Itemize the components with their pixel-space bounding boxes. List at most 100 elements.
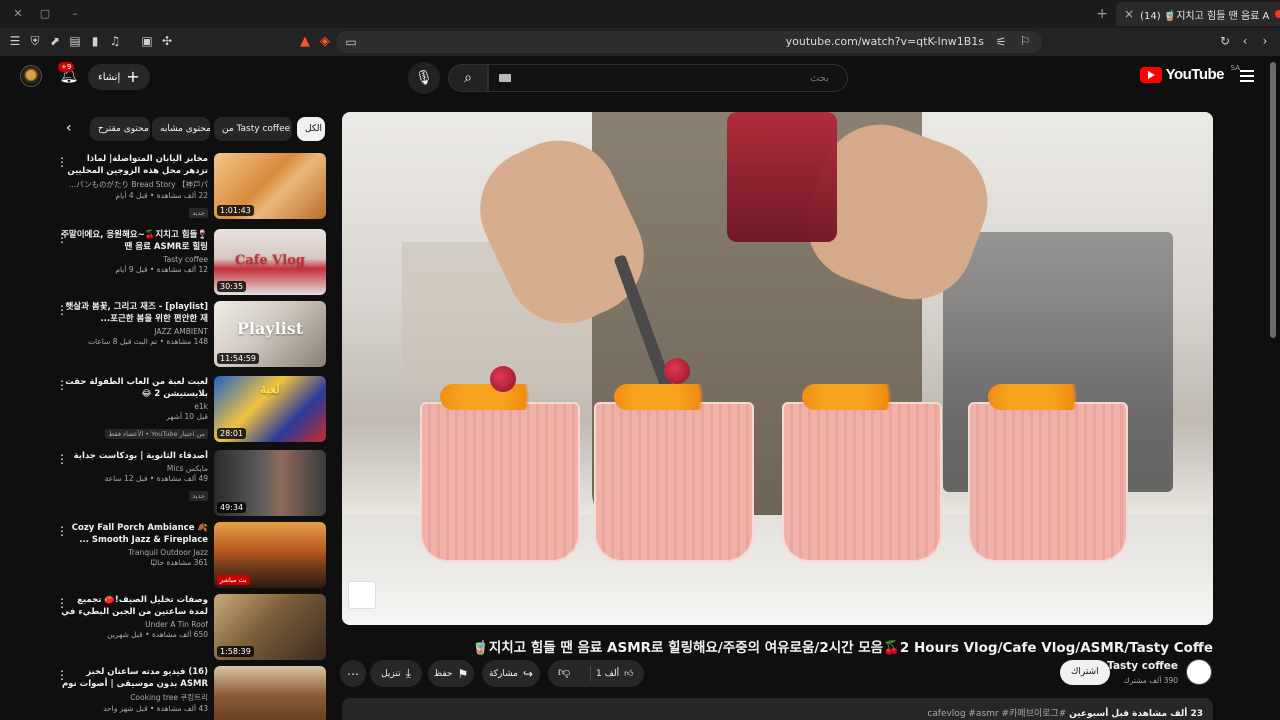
chip-related[interactable]: محتوى مشابه [152, 117, 210, 141]
list-item[interactable]: ⋮ مخابز اليابان المتواصلة| لماذا تزدهر م… [56, 153, 326, 221]
video-thumbnail[interactable]: بث مباشر [214, 522, 326, 588]
site-info-icon[interactable]: ▭ [344, 35, 358, 49]
video-player[interactable] [342, 112, 1213, 625]
subscriber-count: 390 ألف مشترك [1123, 676, 1178, 685]
video-stats: 43 ألف مشاهدة • قبل شهر واحد [103, 704, 208, 713]
window-minimize-icon[interactable]: – [67, 6, 83, 22]
youtube-logo[interactable]: YouTube [1139, 66, 1225, 83]
search-icon: ⌕ [464, 70, 472, 86]
channel-name[interactable]: Under A Tin Roof [60, 620, 208, 629]
video-thumbnail[interactable]: 1:01:43 [214, 153, 326, 219]
list-item[interactable]: ⋮ لعبت لعبة من العاب الطفولة حقت بلايستي… [56, 376, 326, 444]
video-thumbnail[interactable]: Playlist 11:54:59 [214, 301, 326, 367]
window-close-icon[interactable]: ✕ [10, 6, 26, 22]
reload-icon[interactable]: ↻ [1218, 34, 1232, 48]
audio-playing-icon[interactable] [1275, 10, 1280, 18]
video-title[interactable]: لعبت لعبة من العاب الطفولة حقت بلايستيشن… [60, 376, 208, 400]
extensions-icon[interactable]: ⬈ [48, 34, 62, 48]
video-thumbnail[interactable]: Cafe Vlog 30:35 [214, 229, 326, 295]
voice-search-button[interactable]: 🎙︎ [408, 62, 440, 94]
subscribe-button[interactable]: اشتراك [1060, 660, 1110, 685]
save-button[interactable]: حفظ ⚑ [428, 660, 474, 687]
channel-name[interactable]: Tranquil Outdoor Jazz [60, 548, 208, 557]
browser-toolbar: ☰ ⛨ ⬈ ▤ ▮ ♫ ▣ ✣ ▲ ◈ ▭ youtube.com/watch?… [0, 28, 1280, 56]
create-button[interactable]: إنشاء + [88, 64, 150, 90]
video-thumbnail[interactable]: لعبة 28:01 [214, 376, 326, 442]
channel-name[interactable]: Tasty coffee [60, 255, 208, 264]
menu-icon[interactable]: ☰ [8, 34, 22, 48]
list-item[interactable]: ⋮ وصفات تخليل الصيف!🍅 تجميع لمدة ساعتين … [56, 594, 326, 662]
video-frame-glass [968, 384, 1128, 562]
chip-all[interactable]: الكل [297, 117, 325, 141]
channel-name[interactable]: Cooking tree 쿠킹트리 [60, 692, 208, 703]
channel-avatar[interactable] [1186, 659, 1212, 685]
description-box[interactable]: 23 ألف مشاهدة قبل أسبوعين #cafevlog #asm… [342, 698, 1213, 720]
video-thumbnail[interactable] [214, 666, 326, 720]
search-button[interactable]: ⌕ [448, 64, 488, 92]
search-input[interactable] [489, 65, 847, 91]
window-maximize-icon[interactable]: ▢ [37, 6, 53, 22]
video-thumbnail[interactable]: 49:34 [214, 450, 326, 516]
channel-name[interactable]: パンものがたり Bread Story 【神戸パ... [60, 179, 208, 190]
save-label: حفظ [433, 668, 453, 679]
notifications-button[interactable]: 🔔︎ +9 [58, 62, 80, 88]
video-title[interactable]: مخابز اليابان المتواصلة| لماذا تزدهر محل… [60, 153, 208, 177]
channel-name[interactable]: JAZZ AMBIENT [60, 327, 208, 336]
video-title[interactable]: [playlist] 햇살과 봄꽃, 그리고 재즈 - 포근한 봄을 위한 편안… [60, 301, 208, 325]
keyboard-icon[interactable] [499, 74, 511, 82]
video-title[interactable]: أصدقاء الثانوية | بودكاست جداية [60, 450, 208, 462]
download-button[interactable]: تنزيل ⤓ [370, 660, 422, 687]
url-settings-icon[interactable]: ⚟ [994, 35, 1008, 49]
close-tab-icon[interactable]: × [1124, 7, 1134, 21]
video-title[interactable]: (16) فيديو مدته ساعتان لخبز ASMR بدون مو… [60, 666, 208, 690]
channel-name[interactable]: مايكس Mics [60, 464, 208, 473]
tab-manager-icon[interactable]: ▤ [68, 34, 82, 48]
account-avatar[interactable] [20, 65, 42, 87]
list-item[interactable]: ⋮ [playlist] 햇살과 봄꽃, 그리고 재즈 - 포근한 봄을 위한 … [56, 301, 326, 369]
new-tab-button[interactable]: + [1096, 6, 1108, 22]
forward-icon[interactable]: › [1258, 34, 1272, 48]
video-title[interactable]: Cozy Fall Porch Ambiance 🍂 Smooth Jazz &… [60, 522, 208, 546]
music-icon[interactable]: ♫ [108, 34, 122, 48]
guide-menu-icon[interactable] [1240, 70, 1254, 82]
youtube-masthead: YouTube SA ⌕ إنشاء + 🔔︎ +9 [0, 56, 1280, 100]
chip-recommended[interactable]: محتوى مقترح [90, 117, 150, 141]
video-title[interactable]: وصفات تخليل الصيف!🍅 تجميع لمدة ساعتين من… [60, 594, 208, 618]
more-actions-button[interactable]: ⋯ [340, 660, 366, 687]
new-badge: جديد [189, 491, 208, 501]
screenshot-icon[interactable]: ▣ [140, 34, 154, 48]
dislike-button[interactable]: 👎︎ [558, 665, 570, 680]
notification-badge: +9 [58, 62, 75, 72]
list-item[interactable]: ⋮ 🍷주말이에요, 응원해요~🍒지치고 힘들 땐 음료 ASMR로 힐링 Tas… [56, 229, 326, 297]
like-button[interactable]: 1 ألف 👍︎ [596, 660, 634, 687]
browser-tab-active[interactable]: × (14) 🧋지치고 힘들 땐 음료 A [1116, 2, 1280, 26]
channel-watermark[interactable] [348, 581, 376, 609]
video-title[interactable]: 🍷주말이에요, 응원해요~🍒지치고 힘들 땐 음료 ASMR로 힐링 [60, 229, 208, 253]
channel-name[interactable]: Tasty coffee [1107, 660, 1178, 672]
hashtags[interactable]: #cafevlog #asmr #카페브이로그 [927, 709, 1066, 719]
sidebar-icon[interactable]: ▮ [88, 34, 102, 48]
video-stats: 148 مشاهدة • تم البث قبل 8 ساعات [87, 337, 208, 346]
brave-rewards-icon[interactable]: ▲ [298, 34, 312, 49]
search-box[interactable] [488, 64, 848, 92]
back-icon[interactable]: ‹ [1238, 34, 1252, 48]
share-button[interactable]: مشاركة ↪ [482, 660, 540, 687]
brave-shields-icon[interactable]: ◈ [318, 34, 332, 49]
list-item[interactable]: ⋮ (16) فيديو مدته ساعتان لخبز ASMR بدون … [56, 666, 326, 720]
shield-icon[interactable]: ⛨ [28, 34, 42, 48]
live-badge: بث مباشر [217, 575, 250, 585]
url-text[interactable]: youtube.com/watch?v=qtK-Inw1B1s [786, 35, 984, 48]
chip-from-channel[interactable]: من Tasty coffee [214, 117, 292, 141]
list-item[interactable]: ⋮ Cozy Fall Porch Ambiance 🍂 Smooth Jazz… [56, 522, 326, 590]
page-scrollbar[interactable] [1270, 62, 1276, 338]
address-bar[interactable]: ▭ youtube.com/watch?v=qtK-Inw1B1s ⚟ [336, 31, 1042, 53]
video-stats: 22 ألف مشاهدة • قبل 4 أيام [115, 191, 208, 200]
channel-name[interactable]: e1k [60, 402, 208, 411]
video-frame-raspberry [490, 366, 516, 392]
chevron-left-icon[interactable]: ‹ [66, 121, 72, 135]
bookmark-icon[interactable]: ⚐ [1018, 34, 1032, 48]
video-thumbnail[interactable]: 1:58:39 [214, 594, 326, 660]
puzzle-icon[interactable]: ✣ [160, 34, 174, 48]
create-label: إنشاء [98, 71, 121, 83]
list-item[interactable]: ⋮ أصدقاء الثانوية | بودكاست جداية مايكس … [56, 450, 326, 518]
